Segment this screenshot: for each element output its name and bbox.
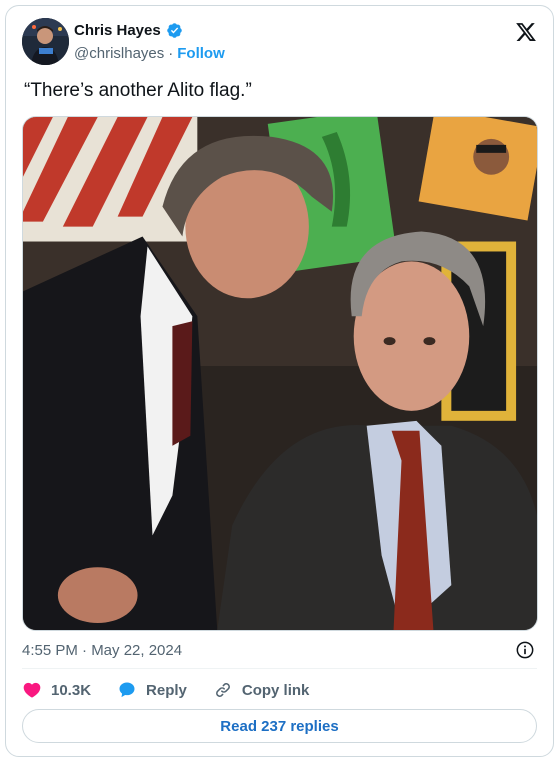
like-button[interactable]: 10.3K bbox=[22, 680, 91, 700]
verified-badge-icon bbox=[166, 23, 182, 38]
info-icon[interactable] bbox=[515, 640, 535, 660]
follow-button[interactable]: Follow bbox=[177, 45, 225, 62]
read-replies-button[interactable]: Read 237 replies bbox=[22, 709, 537, 743]
tweet-photo[interactable] bbox=[22, 116, 538, 631]
tweet-actions: 10.3K Reply Copy link bbox=[22, 680, 309, 700]
link-icon bbox=[215, 683, 230, 697]
divider bbox=[22, 668, 537, 669]
reply-label: Reply bbox=[146, 681, 187, 699]
like-count: 10.3K bbox=[51, 681, 92, 699]
separator-dot: · bbox=[168, 45, 174, 62]
copy-link-button[interactable]: Copy link bbox=[213, 680, 310, 700]
heart-icon bbox=[23, 682, 41, 698]
speech-bubble-icon bbox=[119, 682, 135, 698]
avatar[interactable] bbox=[22, 18, 69, 65]
x-logo-icon[interactable] bbox=[515, 21, 537, 43]
tweet-timestamp[interactable]: 4:55 PM · May 22, 2024 bbox=[22, 642, 182, 659]
author-name[interactable]: Chris Hayes bbox=[74, 22, 161, 39]
author-name-row: Chris Hayes bbox=[74, 22, 183, 39]
author-handle[interactable]: @chrislhayes bbox=[74, 45, 164, 62]
reply-button[interactable]: Reply bbox=[117, 680, 187, 700]
tweet-card: Chris Hayes @chrislhayes · Follow “There… bbox=[5, 5, 554, 757]
author-handle-row: @chrislhayes · Follow bbox=[74, 45, 225, 62]
copy-link-label: Copy link bbox=[241, 681, 310, 699]
photo-illustration bbox=[23, 117, 537, 630]
tweet-text: “There’s another Alito flag.” bbox=[24, 80, 252, 101]
